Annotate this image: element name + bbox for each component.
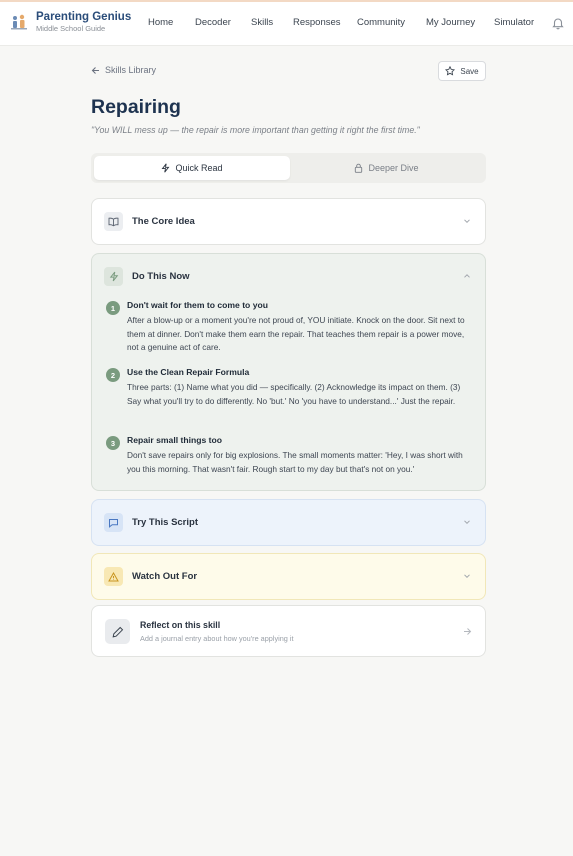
save-button[interactable]: Save: [438, 61, 486, 81]
section-title: Watch Out For: [132, 571, 198, 582]
family-logo-icon: [11, 14, 27, 29]
section-try-this-script[interactable]: Try This Script: [91, 499, 486, 546]
pen-icon: [105, 619, 130, 644]
chat-bubble-icon: [104, 513, 123, 532]
step-title: Don't wait for them to come to you: [127, 300, 268, 310]
reflect-on-skill-card[interactable]: Reflect on this skill Add a journal entr…: [91, 605, 486, 657]
step-title: Use the Clean Repair Formula: [127, 367, 250, 377]
nav-item-community[interactable]: Community: [357, 17, 405, 28]
chevron-up-icon[interactable]: [463, 273, 471, 279]
nav-item-skills[interactable]: Skills: [251, 17, 273, 28]
step-number-badge: 2: [106, 368, 120, 382]
tab-deeper-dive[interactable]: Deeper Dive: [290, 156, 483, 180]
section-do-this-now: Do This Now 1 Don't wait for them to com…: [91, 253, 486, 491]
tab-quick-read[interactable]: Quick Read: [94, 156, 290, 180]
section-title: Try This Script: [132, 517, 198, 528]
lock-icon: [355, 163, 363, 173]
save-label: Save: [460, 66, 479, 76]
chevron-down-icon: [464, 219, 470, 224]
nav-item-my-journey[interactable]: My Journey: [426, 17, 475, 28]
page-title: Repairing: [91, 96, 181, 118]
section-title: The Core Idea: [132, 216, 195, 227]
brand-name: Parenting Genius: [36, 11, 132, 23]
step-number-badge: 1: [106, 301, 120, 315]
chevron-down-icon: [464, 520, 470, 525]
arrow-right-icon: [464, 628, 472, 635]
arrow-left-icon: [91, 66, 99, 74]
view-tabs: Quick Read Deeper Dive: [91, 153, 486, 183]
book-open-icon: [104, 212, 123, 231]
star-icon: [445, 66, 456, 76]
back-label: Skills Library: [105, 65, 157, 75]
step-title: Repair small things too: [127, 435, 223, 445]
section-core-idea[interactable]: The Core Idea: [91, 198, 486, 245]
step-body: After a blow-up or a moment you're not p…: [127, 315, 465, 353]
nav-item-simulator[interactable]: Simulator: [494, 17, 534, 28]
warning-triangle-icon: [104, 567, 123, 586]
skill-quote: "You WILL mess up — the repair is more i…: [91, 125, 420, 135]
step-body: Three parts: (1) Name what you did — spe…: [127, 382, 461, 406]
nav-item-home[interactable]: Home: [148, 17, 173, 28]
section-header[interactable]: Do This Now: [104, 267, 190, 286]
step-number-badge: 3: [106, 436, 120, 450]
step-body: Don't save repairs only for big explosio…: [127, 450, 463, 474]
brand[interactable]: Parenting Genius Middle School Guide: [10, 10, 131, 33]
tab-deeper-dive-label: Deeper Dive: [368, 163, 419, 173]
nav-item-decoder[interactable]: Decoder: [195, 17, 231, 28]
lightning-icon: [162, 163, 170, 173]
back-to-skills-library-link[interactable]: Skills Library: [91, 65, 156, 75]
nav-item-responses[interactable]: Responses: [293, 17, 341, 28]
lightning-icon: [104, 267, 123, 286]
reflect-subtitle: Add a journal entry about how you're app…: [140, 634, 294, 643]
section-watch-out-for[interactable]: Watch Out For: [91, 553, 486, 600]
bell-icon[interactable]: [551, 16, 565, 30]
section-title: Do This Now: [132, 271, 190, 282]
chevron-down-icon: [464, 574, 470, 579]
brand-subtitle: Middle School Guide: [36, 24, 106, 33]
top-navigation-bar: Parenting Genius Middle School Guide Hom…: [0, 2, 573, 46]
tab-quick-read-label: Quick Read: [175, 163, 223, 173]
reflect-title: Reflect on this skill: [140, 620, 221, 630]
